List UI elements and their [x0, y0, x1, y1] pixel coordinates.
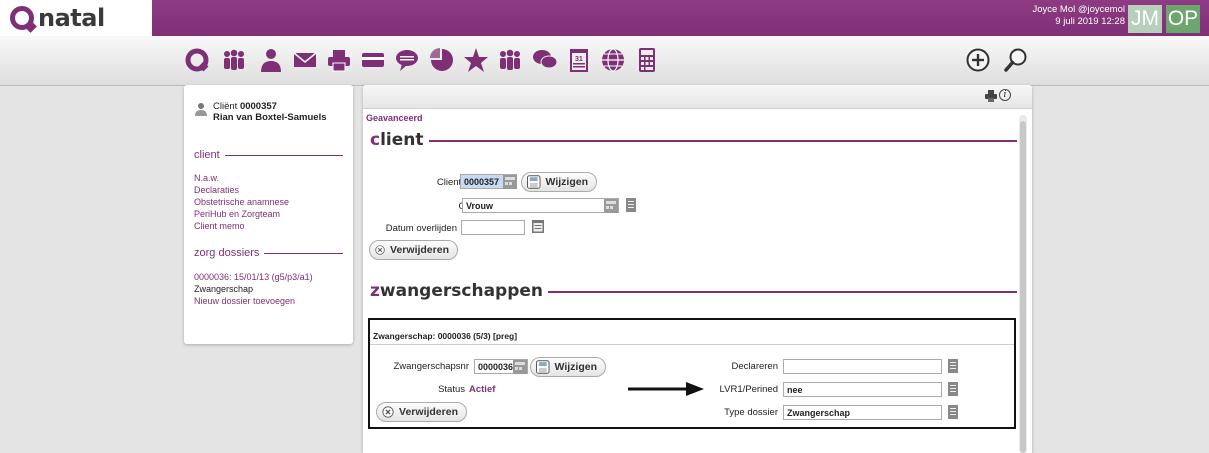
team-icon[interactable] [221, 47, 247, 73]
calendar-picker-icon[interactable] [531, 219, 545, 233]
avatar-jm[interactable]: JM [1128, 5, 1162, 33]
group-icon[interactable] [497, 47, 523, 73]
type-dossier-label: Type dossier [724, 407, 778, 418]
svg-text:31: 31 [575, 56, 583, 63]
search-icon[interactable] [1003, 47, 1029, 73]
avatar-op[interactable]: OP [1166, 5, 1200, 33]
link-client-memo[interactable]: Client memo [194, 220, 343, 232]
lvr1-perined-field[interactable]: nee [783, 382, 942, 397]
client-links: N.a.w. Declaraties Obstetrische anamnese… [194, 172, 343, 232]
logo-q-icon [10, 6, 34, 30]
remove-icon [375, 245, 385, 255]
top-bar: natal Joyce Mol @joycemol 9 juli 2019 12… [0, 0, 1209, 36]
link-perihub-zorgteam[interactable]: PeriHub en Zorgteam [194, 208, 343, 220]
add-icon[interactable] [965, 47, 991, 73]
print-icon[interactable] [326, 47, 352, 73]
declareren-note-icon[interactable] [946, 359, 960, 373]
chart-icon[interactable] [429, 47, 455, 73]
current-datetime: 9 juli 2019 12:28 [1055, 16, 1125, 27]
geslacht-select[interactable]: Vrouw [462, 198, 619, 213]
new-dossier-link[interactable]: Nieuw dossier toevoegen [194, 295, 343, 307]
client-verwijderen-button[interactable]: Verwijderen [369, 240, 458, 260]
declareren-field[interactable] [783, 359, 942, 374]
scrollbar-thumb[interactable] [1020, 121, 1026, 453]
globe-icon[interactable] [600, 47, 626, 73]
remove-icon [382, 406, 394, 418]
client-section-title: c lient [370, 130, 424, 150]
declareren-label: Declareren [731, 361, 778, 372]
client-wijzigen-button[interactable]: Wijzigen [521, 172, 597, 192]
info-icon[interactable]: i [999, 89, 1011, 101]
onatal-home-icon[interactable] [184, 47, 210, 73]
client-sidebar: Cliënt 0000357 Rian van Boxtel-Samuels c… [184, 85, 353, 344]
user-name[interactable]: Joyce Mol @joycemol [1032, 4, 1125, 16]
client-name: Rian van Boxtel-Samuels [213, 112, 327, 123]
zwangerschapsnr-lookup-icon[interactable] [513, 360, 527, 374]
main-panel-header: i [363, 85, 1032, 109]
preg-verwijderen-button[interactable]: Verwijderen [376, 402, 467, 422]
preg-section-title: z wangerschappen [370, 281, 544, 301]
user-info: Joyce Mol @joycemol 9 juli 2019 12:28 [1032, 4, 1125, 28]
breadcrumb-geavanceerd[interactable]: Geavanceerd [366, 113, 423, 123]
client-icon[interactable] [258, 47, 284, 73]
section-dossiers-label: zorg dossiers [194, 247, 260, 259]
dossier-link[interactable]: 0000036: 15/01/13 (g5/p3/a1) [194, 271, 343, 283]
calculator-icon[interactable] [634, 47, 660, 73]
client-label: Cliënt [213, 101, 238, 112]
messages-icon[interactable] [532, 47, 558, 73]
star-icon[interactable] [463, 47, 489, 73]
lvr1-perined-label: LVR1/Perined [719, 384, 778, 395]
client-header: Cliënt 0000357 Rian van Boxtel-Samuels [194, 101, 343, 123]
link-declaraties[interactable]: Declaraties [194, 184, 343, 196]
client-section-line [429, 140, 1017, 142]
section-dossiers-header: zorg dossiers [194, 247, 343, 259]
preg-wijzigen-button[interactable]: Wijzigen [530, 357, 606, 377]
save-icon [536, 360, 550, 374]
client-avatar-icon [195, 103, 207, 116]
datum-overlijden-field[interactable] [461, 220, 525, 235]
chat-icon[interactable] [394, 47, 420, 73]
card-icon[interactable] [360, 47, 386, 73]
preg-section-line [548, 291, 1017, 293]
type-dossier-field[interactable]: Zwangerschap [783, 405, 942, 420]
clientnummer-lookup-icon[interactable] [503, 175, 517, 189]
save-icon [527, 175, 541, 189]
pregnancy-box-divider [370, 344, 1014, 345]
calendar-icon[interactable]: 31 [566, 47, 592, 73]
main-toolbar: 31 [0, 36, 1209, 86]
zwangerschapsnr-label: Zwangerschapsnr [393, 361, 469, 372]
datum-overlijden-label: Datum overlijden [385, 223, 457, 234]
link-obstetrische-anamnese[interactable]: Obstetrische anamnese [194, 196, 343, 208]
onatal-logo[interactable]: natal [0, 0, 152, 36]
print-page-icon[interactable] [985, 90, 997, 102]
geslacht-note-icon[interactable] [624, 198, 638, 212]
dossier-type: Zwangerschap [194, 284, 254, 294]
dossier-links: 0000036: 15/01/13 (g5/p3/a1) Zwangerscha… [194, 271, 343, 307]
pregnancy-box: Zwangerschap: 0000036 (5/3) [preg] Zwang… [368, 318, 1016, 429]
pregnancy-box-title: Zwangerschap: 0000036 (5/3) [preg] [373, 331, 518, 341]
client-number: 0000357 [239, 101, 277, 112]
lvr1-perined-note-icon[interactable] [946, 382, 960, 396]
section-client-header: client [194, 149, 343, 161]
link-naw[interactable]: N.a.w. [194, 172, 343, 184]
main-panel: i Geavanceerd client Clientnummer 000035… [363, 85, 1032, 453]
mail-icon[interactable] [292, 47, 318, 73]
type-dossier-note-icon[interactable] [946, 405, 960, 419]
status-label: Status [438, 384, 465, 395]
logo-text: natal [38, 4, 105, 32]
status-value: Actief [469, 384, 496, 395]
section-client-label: client [194, 149, 220, 161]
geslacht-lookup-icon[interactable] [604, 199, 618, 213]
